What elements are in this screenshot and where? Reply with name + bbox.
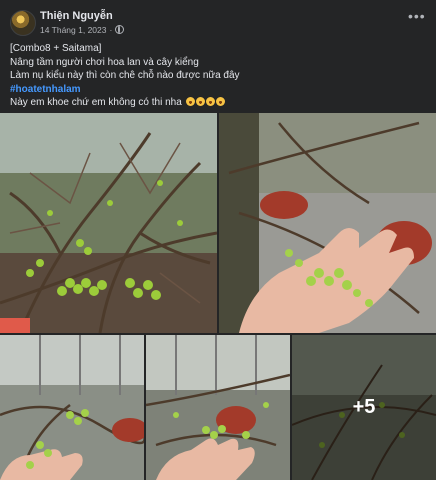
photo-hand-buds xyxy=(146,335,290,480)
caption-line-with-emoji: Này em khoe chứ em không có thi nha xyxy=(10,96,426,110)
post-photo[interactable] xyxy=(219,113,436,333)
post-photo[interactable] xyxy=(146,335,290,480)
post-date[interactable]: 14 Tháng 1, 2023 xyxy=(40,25,107,35)
author-avatar[interactable] xyxy=(10,10,36,36)
hashtag-link[interactable]: #hoatetnhalam xyxy=(10,84,81,95)
laughing-emoji-icon xyxy=(215,97,225,106)
photo-hand-branch xyxy=(219,113,436,333)
post-header: Thiện Nguyễn 14 Tháng 1, 2023 · ••• xyxy=(0,0,436,40)
more-photos-tile[interactable]: +5 xyxy=(292,335,436,480)
photo-garden-branches xyxy=(0,335,144,480)
post-photo[interactable] xyxy=(0,335,144,480)
caption-line: Này em khoe chứ em không có thi nha xyxy=(10,97,182,108)
globe-icon xyxy=(115,25,125,34)
laughing-emoji-icon xyxy=(195,97,205,106)
post-caption: [Combo8 + Saitama] Nâng tầm người chơi h… xyxy=(10,42,426,110)
laughing-emoji-icon xyxy=(185,97,195,106)
laughing-emoji-icon xyxy=(205,97,215,106)
more-photos-count: +5 xyxy=(352,396,376,418)
author-name[interactable]: Thiện Nguyễn xyxy=(40,10,113,22)
caption-line: Nâng tầm người chơi hoa lan và cây kiểng xyxy=(10,56,199,68)
more-options-button[interactable]: ••• xyxy=(408,9,425,23)
meta-separator: · xyxy=(109,25,113,35)
post-meta: 14 Tháng 1, 2023 · xyxy=(40,25,125,35)
more-horizontal-icon: ••• xyxy=(408,8,426,24)
caption-line: Làm nụ kiểu này thì còn chê chỗ nào được… xyxy=(10,70,240,81)
post-photo[interactable] xyxy=(0,113,217,333)
photo-tree-buds xyxy=(0,113,217,333)
caption-line: [Combo8 + Saitama] xyxy=(10,43,102,54)
more-photos-overlay[interactable]: +5 xyxy=(292,335,436,480)
